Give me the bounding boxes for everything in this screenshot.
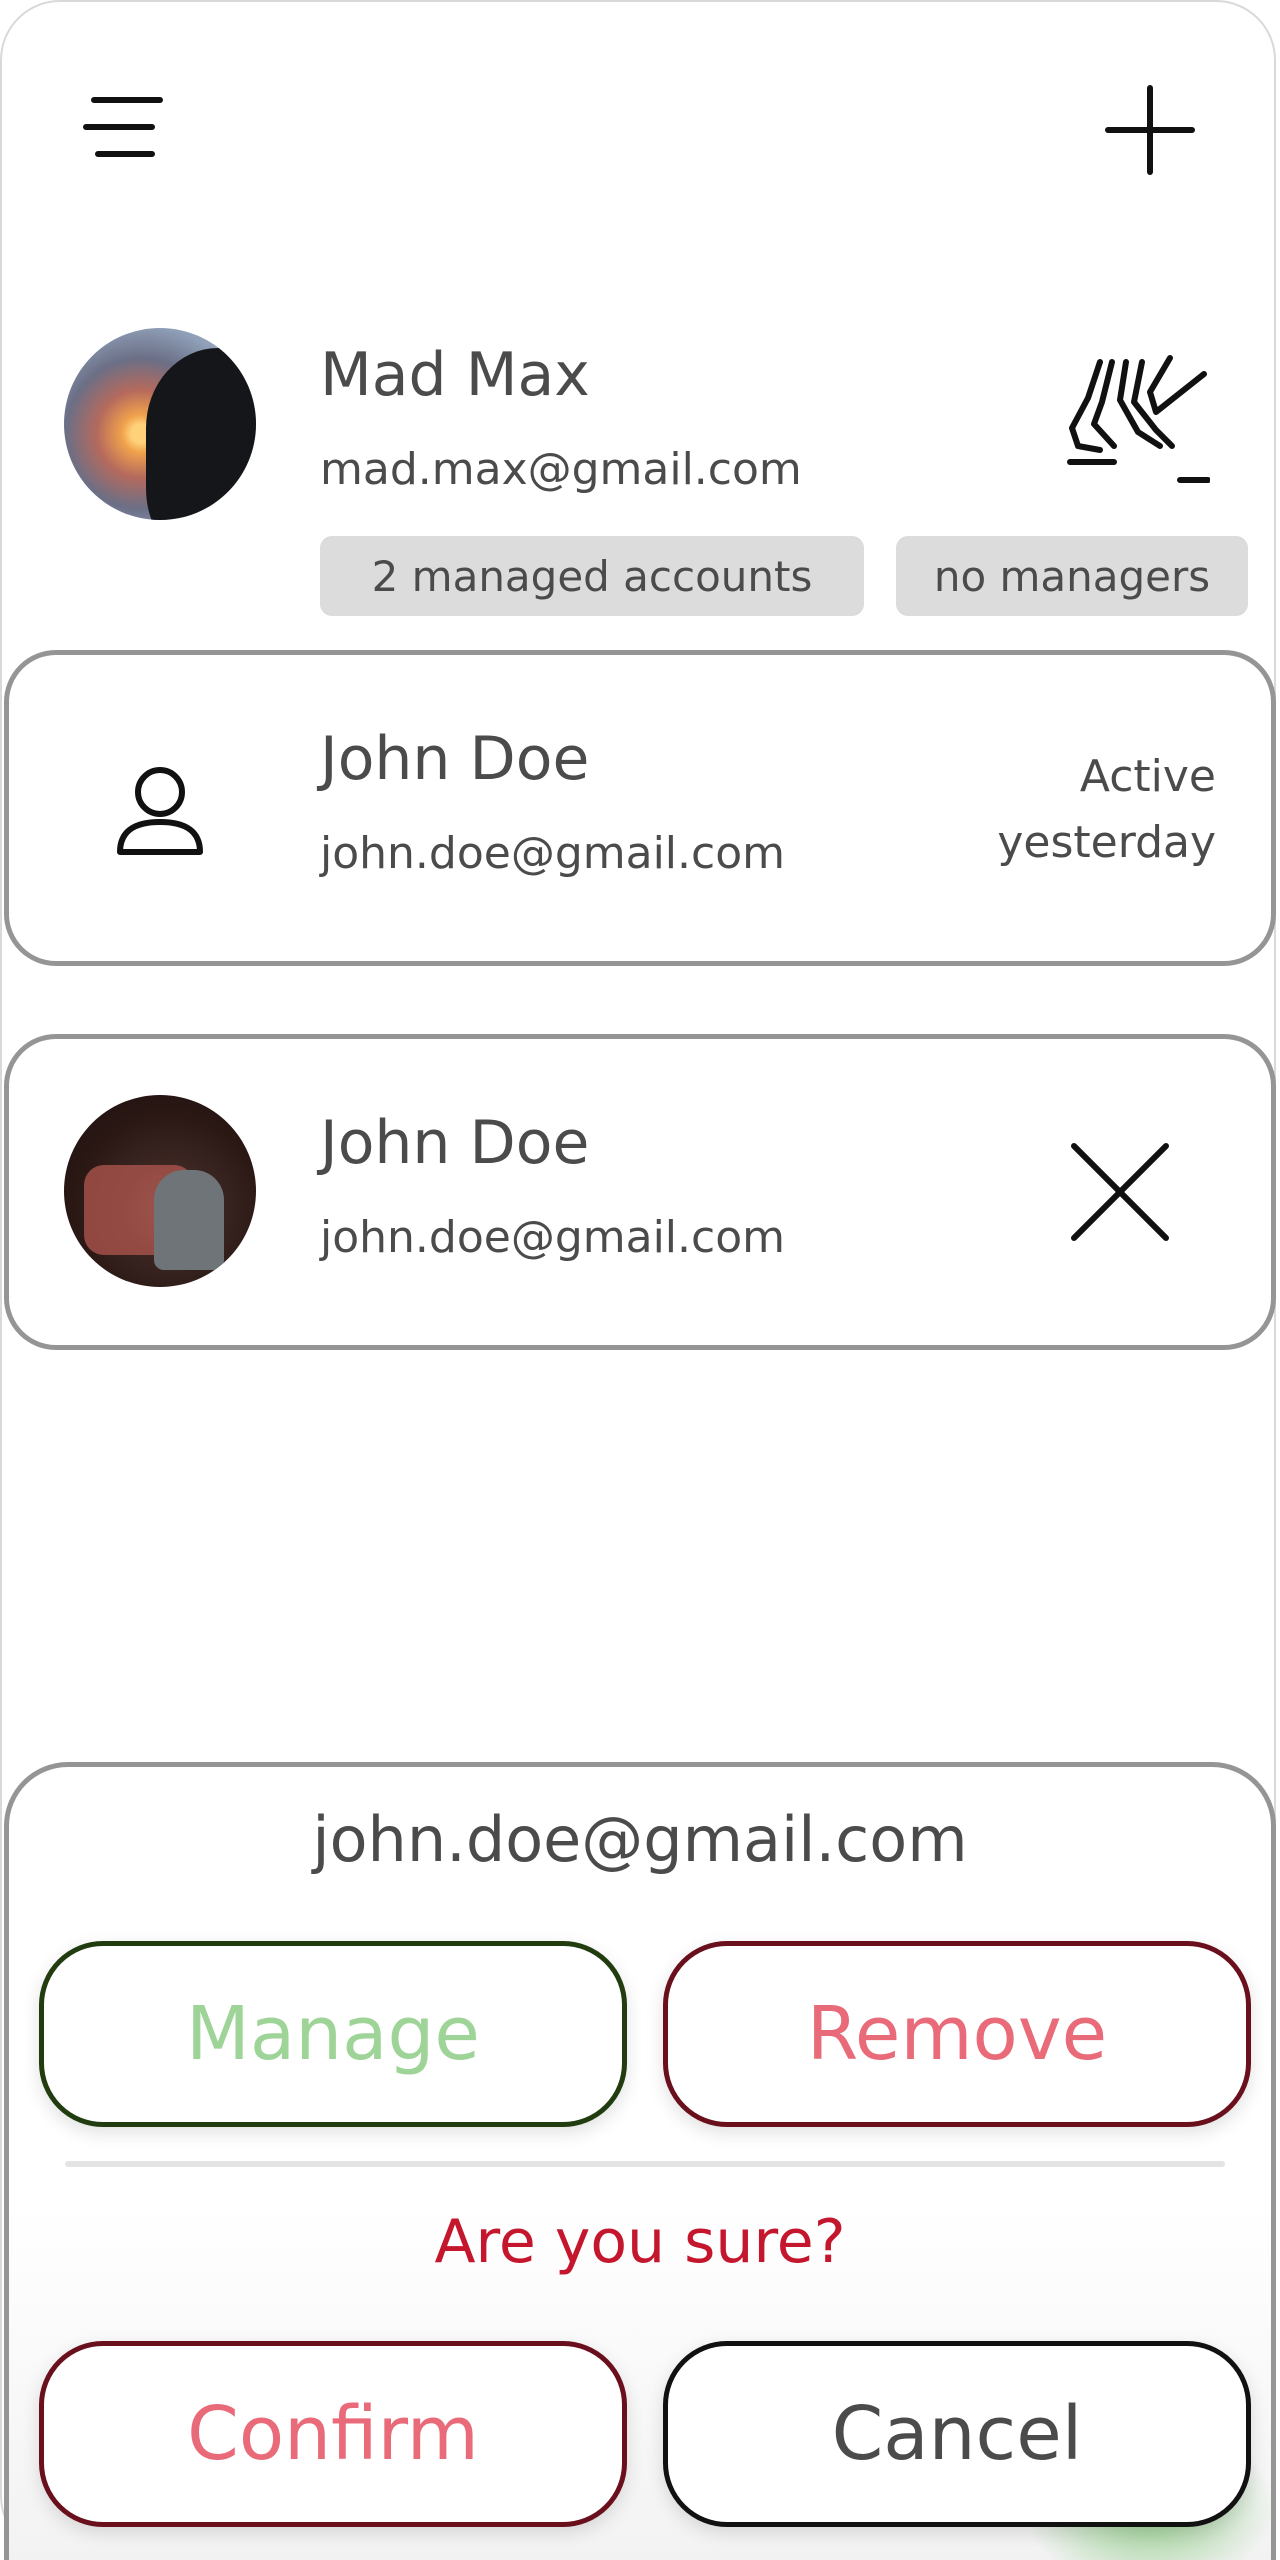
avatar-photo <box>146 348 256 520</box>
status-line: Active <box>1079 751 1216 802</box>
person-icon <box>110 762 210 862</box>
skating-icon <box>1060 350 1211 490</box>
managed-accounts-badge: 2 managed accounts <box>320 536 864 616</box>
status-line: yesterday <box>997 817 1216 868</box>
confirm-button[interactable]: Confirm <box>39 2341 627 2527</box>
confirm-question: Are you sure? <box>434 2207 846 2277</box>
last-active-status: Active yesterday <box>997 744 1216 876</box>
remove-button[interactable]: Remove <box>663 1941 1251 2127</box>
close-icon[interactable] <box>1068 1140 1172 1244</box>
manage-button[interactable]: Manage <box>39 1941 627 2127</box>
account-name: John Doe <box>320 1108 590 1178</box>
sheet-email: john.doe@gmail.com <box>312 1803 968 1876</box>
avatar <box>64 328 256 520</box>
user-email: mad.max@gmail.com <box>320 444 802 495</box>
action-sheet: john.doe@gmail.com Manage Remove Are you… <box>4 1762 1276 2560</box>
account-name: John Doe <box>320 724 590 794</box>
account-email: john.doe@gmail.com <box>320 1212 785 1263</box>
menu-icon[interactable] <box>82 82 172 172</box>
cancel-button[interactable]: Cancel <box>663 2341 1251 2527</box>
account-email: john.doe@gmail.com <box>320 828 785 879</box>
managers-badge: no managers <box>896 536 1248 616</box>
avatar-photo <box>154 1170 224 1270</box>
user-name: Mad Max <box>320 340 590 410</box>
divider <box>65 2161 1225 2167</box>
plus-icon[interactable] <box>1100 80 1200 180</box>
avatar <box>64 1095 256 1287</box>
